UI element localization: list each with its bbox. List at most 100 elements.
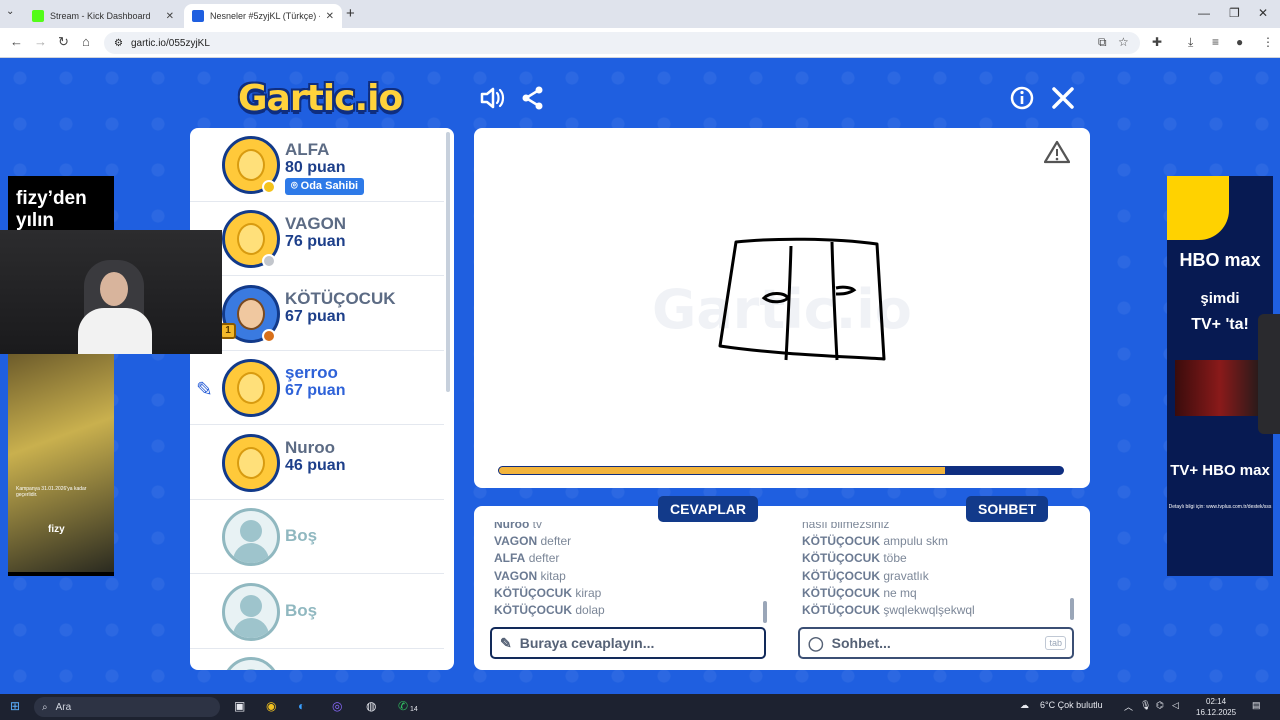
weather-icon[interactable]: ☁ <box>1020 700 1029 711</box>
drawing-canvas[interactable]: Gartic.io <box>474 128 1090 488</box>
sound-icon[interactable] <box>479 86 505 117</box>
status-dot <box>262 180 276 194</box>
clock-time: 02:14 <box>1206 697 1227 706</box>
new-tab-plus-icon[interactable]: + <box>346 5 355 22</box>
player-points: 76 puan <box>285 233 346 250</box>
players-scrollbar[interactable] <box>446 132 450 392</box>
chat-message: KÖTÜÇOCUK gravatlık <box>802 568 929 583</box>
player-points: 46 puan <box>285 457 346 474</box>
clock-date: 16.12.2025 <box>1196 708 1237 717</box>
media-control-icon[interactable]: ≡ <box>1212 35 1219 49</box>
download-icon[interactable]: ⤓ <box>1188 35 1193 50</box>
gartic-page: Gartic.io ALFA 80 puan ⌾ Oda Sahibi VAGO… <box>0 58 1280 694</box>
address-toolbar: ← → ↻ ⌂ ⚙ gartic.io/055zyjKL ⧉ ☆ ✚ ⤓ ≡ ●… <box>0 28 1280 58</box>
obs-taskbar-icon[interactable]: ◍ <box>366 699 376 713</box>
player-row[interactable]: ALFA 80 puan ⌾ Oda Sahibi <box>190 128 444 202</box>
extensions-icon[interactable]: ✚ <box>1152 35 1162 49</box>
player-points: 67 puan <box>285 382 346 399</box>
answers-chat-panel: CEVAPLAR SOHBET Nuroo tv VAGON defter AL… <box>474 496 1090 670</box>
speaker-icon[interactable]: ◁ <box>1172 700 1179 711</box>
empty-slot-label: Boş <box>285 526 318 545</box>
empty-avatar <box>222 508 280 566</box>
player-name: KÖTÜÇOCUK <box>285 289 396 308</box>
close-game-icon[interactable] <box>1051 86 1075 117</box>
back-arrow-icon[interactable]: ← <box>10 34 23 49</box>
task-view-icon[interactable]: ▣ <box>234 699 245 713</box>
player-row[interactable]: VAGON 76 puan <box>190 202 444 276</box>
restore-icon[interactable]: ❐ <box>1229 6 1240 20</box>
windows-taskbar: ⊞ ⌕ Ara ▣ ◉ ◐ ◎ ◍ ✆ 14 ☁ 6°C Çok bulutlu… <box>0 694 1280 720</box>
player-name: şerroo <box>285 363 338 382</box>
home-icon[interactable]: ⌂ <box>82 34 90 49</box>
reload-icon[interactable]: ↻ <box>58 34 69 50</box>
empty-avatar <box>222 657 280 670</box>
forward-arrow-icon[interactable]: → <box>34 34 47 49</box>
answers-scrollbar[interactable] <box>763 601 767 623</box>
install-app-icon[interactable]: ⧉ <box>1098 35 1107 50</box>
player-row[interactable]: Nuroo 46 puan <box>190 426 444 500</box>
window-close-icon[interactable]: ✕ <box>1258 6 1268 20</box>
player-row-drawing[interactable]: ✎ şerroo 67 puan <box>190 351 444 425</box>
tab-close-icon[interactable]: ✕ <box>166 11 174 22</box>
report-warning-icon[interactable] <box>1043 140 1071 171</box>
player-name: Nuroo <box>285 438 336 457</box>
empty-slot-label: Boş <box>285 601 318 620</box>
url-text: gartic.io/055zyjKL <box>130 37 210 49</box>
whatsapp-badge: 14 <box>410 706 418 713</box>
minimize-icon[interactable]: — <box>1198 6 1210 20</box>
chat-scrollbar[interactable] <box>1070 598 1074 620</box>
side-panel-strip[interactable] <box>1258 314 1280 434</box>
profile-avatar-icon[interactable]: ● <box>1236 35 1243 49</box>
search-icon: ⌕ <box>42 701 48 713</box>
chat-input[interactable]: ◯ Sohbet... tab <box>798 627 1074 659</box>
network-icon[interactable]: ⌬ <box>1156 700 1164 711</box>
browser-menu-icon[interactable]: ⋮ <box>1262 35 1274 49</box>
share-icon[interactable] <box>522 86 544 117</box>
status-dot <box>262 329 276 343</box>
windows-start-icon[interactable]: ⊞ <box>10 699 20 713</box>
url-field[interactable]: ⚙ gartic.io/055zyjKL <box>104 32 1140 54</box>
taskbar-search[interactable]: ⌕ Ara <box>34 697 220 717</box>
answer-message: Nuroo tv <box>494 522 543 531</box>
search-label: Ara <box>55 701 72 713</box>
gartic-favicon-icon <box>192 10 204 22</box>
chat-title: SOHBET <box>966 496 1049 522</box>
tab-close-icon[interactable]: ✕ <box>326 11 334 22</box>
chat-bubble-icon: ◯ <box>808 634 824 651</box>
answer-message: KÖTÜÇOCUK dolap <box>494 603 605 618</box>
notification-icon[interactable]: ▤ <box>1252 700 1261 711</box>
bookmark-star-icon[interactable]: ☆ <box>1118 35 1129 49</box>
tab-kick-dashboard[interactable]: Stream - Kick Dashboard ✕ <box>24 4 182 28</box>
turn-timer-bar <box>498 466 1064 475</box>
info-icon[interactable] <box>1010 86 1034 117</box>
whatsapp-taskbar-icon[interactable]: ✆ <box>398 699 408 713</box>
discord-taskbar-icon[interactable]: ◎ <box>332 699 342 713</box>
ad-poster <box>1175 360 1265 416</box>
webcam-overlay <box>0 230 222 354</box>
player-row[interactable]: 1 KÖTÜÇOCUK 67 puan <box>190 277 444 351</box>
tab-gartic[interactable]: Nesneler #5zyjKL (Türkçe) - Gar ✕ <box>184 4 342 28</box>
tab-label: Nesneler #5zyjKL (Türkçe) - Gar <box>210 11 320 21</box>
rank-badge: 1 <box>220 323 236 339</box>
chat-message: KÖTÜÇOCUK ampulu skm <box>802 534 949 549</box>
weather-text[interactable]: 6°C Çok bulutlu <box>1040 700 1103 710</box>
site-info-icon[interactable]: ⚙ <box>114 38 123 49</box>
ad-line: TV+ HBO max <box>1170 462 1270 479</box>
webcam-person <box>78 308 152 354</box>
answer-message: VAGON kitap <box>494 568 566 583</box>
system-clock[interactable]: 02:14 16.12.2025 <box>1196 696 1236 718</box>
ad-fine-print: Detaylı bilgi için: www.tvplus.com.tr/de… <box>1168 504 1272 510</box>
players-panel: ALFA 80 puan ⌾ Oda Sahibi VAGON 76 puan … <box>190 128 454 670</box>
answer-input[interactable]: ✎ Buraya cevaplayın... <box>490 627 766 659</box>
timer-fill <box>499 467 945 474</box>
tray-chevron-icon[interactable]: ︿ <box>1124 700 1133 713</box>
pencil-input-icon: ✎ <box>500 634 512 651</box>
mic-icon[interactable]: 🎙 <box>1140 700 1151 711</box>
webcam-person-head <box>100 272 128 306</box>
answer-message: ALFA defter <box>494 551 560 566</box>
player-points: 80 puan <box>285 159 346 176</box>
answer-placeholder: Buraya cevaplayın... <box>519 635 655 651</box>
tab-search-chevron-icon[interactable]: ⌄ <box>6 6 14 17</box>
chrome-taskbar-icon[interactable]: ◉ <box>266 699 276 713</box>
edge-taskbar-icon[interactable]: ◐ <box>298 699 305 713</box>
